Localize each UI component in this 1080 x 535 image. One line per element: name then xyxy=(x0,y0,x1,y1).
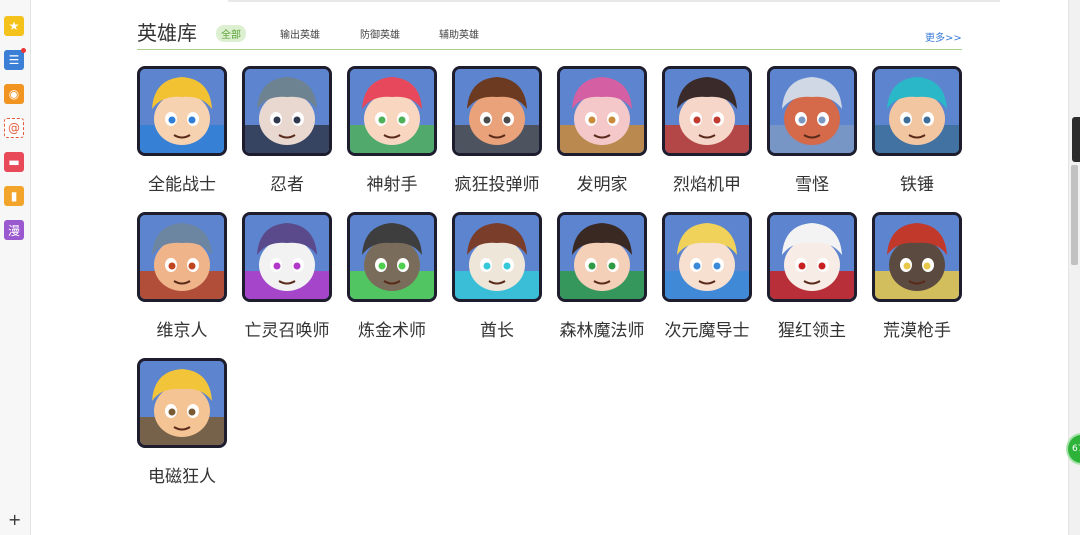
hero-face-image xyxy=(245,215,329,299)
hero-portrait[interactable] xyxy=(872,212,962,302)
star-icon[interactable]: ★ xyxy=(4,16,24,36)
hero-face-image xyxy=(770,69,854,153)
hero-face-image xyxy=(350,215,434,299)
hero-face-image xyxy=(455,69,539,153)
book-icon[interactable]: ▮ xyxy=(4,186,24,206)
hero-portrait[interactable] xyxy=(137,212,227,302)
hero-face-image xyxy=(560,69,644,153)
hero-portrait[interactable] xyxy=(557,66,647,156)
scrollbar-thumb[interactable] xyxy=(1071,165,1078,265)
hero-portrait[interactable] xyxy=(767,212,857,302)
notification-dot xyxy=(21,48,26,53)
hero-card[interactable]: 发明家 xyxy=(557,66,647,196)
hero-card[interactable]: 电磁狂人 xyxy=(137,358,227,488)
page-title: 英雄库 xyxy=(137,21,197,45)
hero-face-image xyxy=(560,215,644,299)
hero-portrait[interactable] xyxy=(347,66,437,156)
tab-support-heroes[interactable]: 辅助英雄 xyxy=(439,26,479,41)
hero-name[interactable]: 电磁狂人 xyxy=(117,462,247,487)
tab-damage-heroes[interactable]: 输出英雄 xyxy=(280,26,320,41)
hero-card[interactable]: 酋长 xyxy=(452,212,542,342)
comic-icon[interactable]: 漫 xyxy=(4,220,24,240)
hero-card[interactable]: 炼金术师 xyxy=(347,212,437,342)
hero-card[interactable]: 神射手 xyxy=(347,66,437,196)
hero-card[interactable]: 忍者 xyxy=(242,66,332,196)
hero-card[interactable]: 亡灵召唤师 xyxy=(242,212,332,342)
hero-card[interactable]: 烈焰机甲 xyxy=(662,66,752,196)
hero-card[interactable]: 全能战士 xyxy=(137,66,227,196)
hero-name[interactable]: 荒漠枪手 xyxy=(852,316,982,341)
hero-face-image xyxy=(875,215,959,299)
hero-portrait[interactable] xyxy=(662,66,752,156)
game-icon[interactable]: ▬ xyxy=(4,152,24,172)
hero-card[interactable]: 维京人 xyxy=(137,212,227,342)
hero-face-image xyxy=(875,69,959,153)
top-border xyxy=(228,0,1000,2)
hero-portrait[interactable] xyxy=(767,66,857,156)
hero-face-image xyxy=(350,69,434,153)
hero-card[interactable]: 猩红领主 xyxy=(767,212,857,342)
tab-defense-heroes[interactable]: 防御英雄 xyxy=(360,26,400,41)
hero-portrait[interactable] xyxy=(452,66,542,156)
hero-portrait[interactable] xyxy=(872,66,962,156)
mail-icon[interactable]: @ xyxy=(4,118,24,138)
hero-face-image xyxy=(665,215,749,299)
side-panel-tab[interactable] xyxy=(1072,117,1080,162)
hero-portrait[interactable] xyxy=(242,212,332,302)
hero-card[interactable]: 疯狂投弹师 xyxy=(452,66,542,196)
hero-face-image xyxy=(245,69,329,153)
hero-card[interactable]: 森林魔法师 xyxy=(557,212,647,342)
hero-face-image xyxy=(140,361,224,445)
hero-card[interactable]: 次元魔导士 xyxy=(662,212,752,342)
hero-portrait[interactable] xyxy=(242,66,332,156)
hero-card[interactable]: 雪怪 xyxy=(767,66,857,196)
hero-face-image xyxy=(665,69,749,153)
browser-sidebar: ★ ☰ ◉ @ ▬ ▮ 漫 + xyxy=(0,0,31,535)
hero-portrait[interactable] xyxy=(662,212,752,302)
add-plus-button[interactable]: + xyxy=(8,510,21,529)
header-divider xyxy=(137,49,962,50)
hero-card[interactable]: 荒漠枪手 xyxy=(872,212,962,342)
hero-portrait[interactable] xyxy=(452,212,542,302)
hero-portrait[interactable] xyxy=(137,66,227,156)
hero-face-image xyxy=(455,215,539,299)
hero-card[interactable]: 铁锤 xyxy=(872,66,962,196)
hero-face-image xyxy=(770,215,854,299)
tab-all[interactable]: 全部 xyxy=(216,25,246,42)
more-link[interactable]: 更多>> xyxy=(925,29,962,44)
hero-face-image xyxy=(140,215,224,299)
hero-face-image xyxy=(140,69,224,153)
hero-portrait[interactable] xyxy=(557,212,647,302)
weibo-icon[interactable]: ◉ xyxy=(4,84,24,104)
hero-name[interactable]: 铁锤 xyxy=(852,170,982,195)
hero-portrait[interactable] xyxy=(347,212,437,302)
hero-portrait[interactable] xyxy=(137,358,227,448)
news-icon[interactable]: ☰ xyxy=(4,48,26,70)
